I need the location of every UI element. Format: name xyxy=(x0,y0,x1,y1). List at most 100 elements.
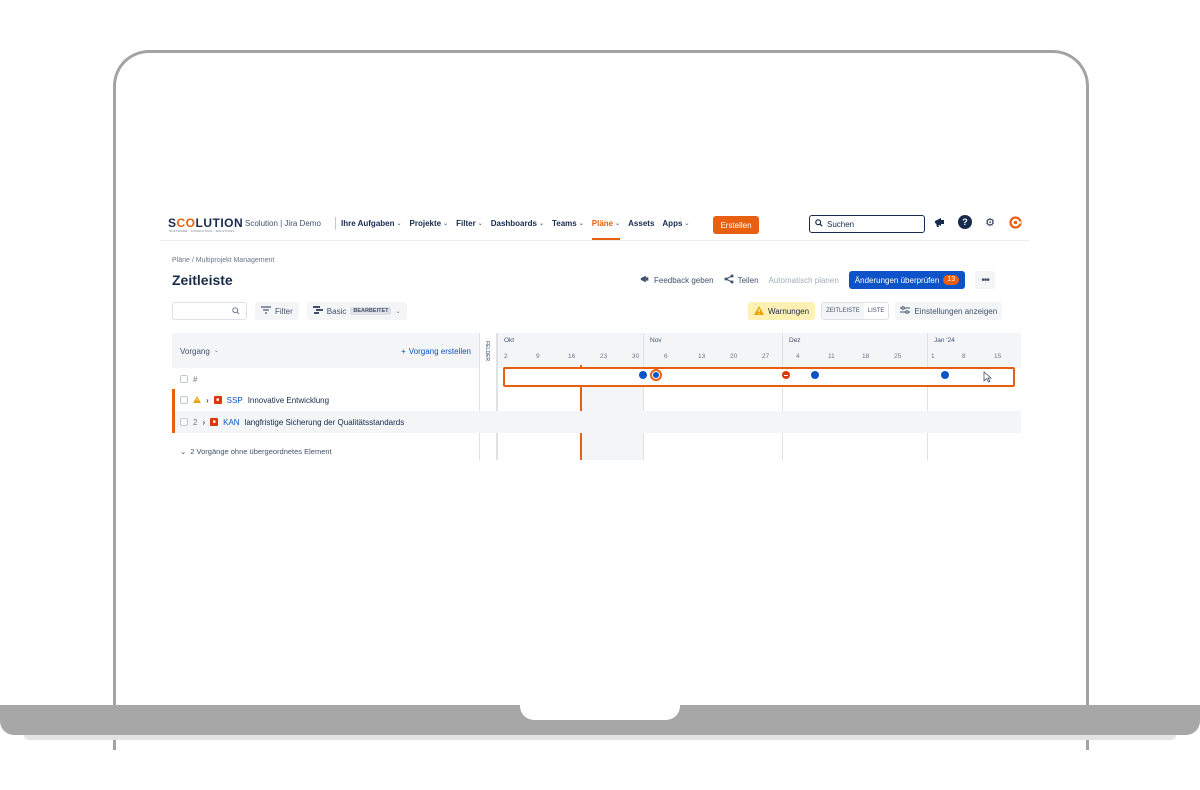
filter-label: Filter xyxy=(275,306,293,316)
row-number: 2 xyxy=(193,417,198,427)
nav-menu: Ihre Aufgaben ⌄ Projekte ⌄ Filter ⌄ Dashboa… xyxy=(341,219,689,240)
issue-column-sort[interactable]: Vorgang ⌄ xyxy=(180,347,219,356)
laptop-shadow xyxy=(24,735,1176,740)
filter-icon xyxy=(261,306,271,316)
search-input[interactable]: Suchen xyxy=(809,215,925,233)
release-marker[interactable] xyxy=(811,371,819,379)
nav-item-teams[interactable]: Teams ⌄ xyxy=(552,219,584,228)
view-timeline-tab[interactable]: ZEITLEISTE xyxy=(822,303,864,319)
select-all-checkbox[interactable] xyxy=(180,375,188,383)
profile-icon[interactable] xyxy=(1008,215,1022,229)
scolution-logo[interactable]: SCOLUTION xyxy=(168,216,243,230)
settings-label: Einstellungen anzeigen xyxy=(914,306,998,316)
review-changes-button[interactable]: Änderungen überprüfen 13 xyxy=(848,271,966,289)
chevron-down-icon: ⌄ xyxy=(684,221,690,227)
toolbar-left: Filter Basic BEARBEITET ⌄ xyxy=(172,302,407,320)
mouse-cursor-icon xyxy=(983,371,993,386)
megaphone-icon[interactable] xyxy=(933,215,947,229)
jira-screen: SCOLUTION SOFTWARE · CONSULTING · SOLUTI… xyxy=(160,205,1030,470)
project-icon: ■ xyxy=(210,418,219,426)
issue-column-header: Vorgang ⌄ + Vorgang erstellen xyxy=(172,333,479,368)
search-icon xyxy=(232,307,240,315)
project-key[interactable]: SSP xyxy=(227,396,243,405)
help-icon[interactable]: ? xyxy=(958,215,972,229)
row-checkbox[interactable] xyxy=(180,396,188,404)
nav-item-your-work[interactable]: Ihre Aufgaben ⌄ xyxy=(341,219,402,228)
fields-label: FELDER xyxy=(484,341,490,361)
review-label: Änderungen überprüfen xyxy=(854,275,940,285)
breadcrumb[interactable]: Pläne / Multiprojekt Management xyxy=(172,257,274,264)
timeline-bars-icon xyxy=(312,306,323,316)
warnings-button[interactable]: Warnungen xyxy=(748,302,816,320)
toolbar-right: Warnungen ZEITLEISTE LISTE Einstellungen… xyxy=(748,302,1003,320)
edited-badge: BEARBEITET xyxy=(350,307,392,315)
nav-divider xyxy=(335,217,336,230)
laptop-notch xyxy=(520,705,680,720)
chevron-down-icon: ⌄ xyxy=(578,221,584,227)
feedback-label: Feedback geben xyxy=(654,275,714,285)
chevron-down-icon: ⌄ xyxy=(477,221,483,227)
create-button[interactable]: Erstellen xyxy=(713,216,759,234)
more-actions-icon[interactable]: ••• xyxy=(975,271,996,289)
settings-icon[interactable]: ⚙ xyxy=(983,215,997,229)
filter-button[interactable]: Filter xyxy=(255,302,299,320)
project-key[interactable]: KAN xyxy=(223,418,239,427)
nav-item-filters[interactable]: Filter ⌄ xyxy=(456,219,483,228)
row-checkbox[interactable] xyxy=(180,418,188,426)
search-placeholder: Suchen xyxy=(827,219,855,229)
group-label: 2 Vorgänge ohne übergeordnetes Element xyxy=(190,446,332,456)
nav-item-apps[interactable]: Apps ⌄ xyxy=(662,219,689,228)
share-label: Teilen xyxy=(737,275,759,285)
chevron-down-icon: ⌄ xyxy=(180,446,187,456)
view-settings-button[interactable]: Einstellungen anzeigen xyxy=(895,302,1003,320)
page-title: Zeitleiste xyxy=(172,272,233,288)
project-icon: ■ xyxy=(213,396,222,404)
hash-column-label: # xyxy=(193,374,198,384)
sliders-icon xyxy=(900,306,911,316)
review-count-badge: 13 xyxy=(943,275,960,285)
view-preset-label: Basic xyxy=(326,306,347,316)
chevron-down-icon: ⌄ xyxy=(395,308,401,315)
view-toggle: ZEITLEISTE LISTE xyxy=(821,302,890,320)
release-marker-blocked[interactable] xyxy=(782,371,790,379)
ungrouped-issues-toggle[interactable]: ⌄ 2 Vorgänge ohne übergeordnetes Element xyxy=(172,441,332,461)
table-row[interactable]: 2 › ■ KAN langfristige Sicherung der Qua… xyxy=(172,411,1021,433)
chevron-down-icon: ⌄ xyxy=(396,221,402,227)
plus-icon: + xyxy=(401,347,406,356)
nav-item-projects[interactable]: Projekte ⌄ xyxy=(410,219,449,228)
view-preset-dropdown[interactable]: Basic BEARBEITET ⌄ xyxy=(306,302,407,320)
chevron-down-icon: ⌄ xyxy=(615,221,621,227)
table-row[interactable]: › ■ SSP Innovative Entwicklung xyxy=(172,389,1021,411)
expand-chevron-icon[interactable]: › xyxy=(206,396,209,405)
release-marker[interactable] xyxy=(941,371,949,379)
search-icon xyxy=(815,219,823,229)
warning-icon xyxy=(193,395,201,405)
share-icon xyxy=(724,274,734,286)
top-icons: ? ⚙ xyxy=(933,215,1022,229)
megaphone-icon xyxy=(640,274,650,286)
site-title[interactable]: Scolution | Jira Demo xyxy=(245,219,321,228)
header-actions: Feedback geben Teilen Automatisch planen… xyxy=(640,271,996,289)
logo-subtitle: SOFTWARE · CONSULTING · SOLUTIONS xyxy=(169,229,235,233)
warnings-label: Warnungen xyxy=(768,306,810,316)
view-list-tab[interactable]: LISTE xyxy=(864,303,889,319)
chevron-down-icon: ⌄ xyxy=(538,221,544,227)
nav-item-plans[interactable]: Pläne ⌄ xyxy=(591,219,621,240)
chevron-down-icon: ⌄ xyxy=(443,221,449,227)
release-marker-selected[interactable] xyxy=(650,369,662,381)
chevron-down-icon: ⌄ xyxy=(213,348,219,354)
expand-chevron-icon[interactable]: › xyxy=(202,418,205,427)
nav-item-dashboards[interactable]: Dashboards ⌄ xyxy=(491,219,544,228)
issue-title[interactable]: langfristige Sicherung der Qualitätsstan… xyxy=(245,418,405,427)
timeline-search-input[interactable] xyxy=(172,302,247,320)
create-issue-button[interactable]: + Vorgang erstellen xyxy=(401,347,471,356)
nav-item-assets[interactable]: Assets xyxy=(628,219,654,228)
issue-title[interactable]: Innovative Entwicklung xyxy=(248,396,329,405)
share-button[interactable]: Teilen xyxy=(724,274,759,286)
release-marker[interactable] xyxy=(639,371,647,379)
auto-plan-button[interactable]: Automatisch planen xyxy=(769,276,839,285)
top-navigation: SCOLUTION SOFTWARE · CONSULTING · SOLUTI… xyxy=(160,205,1030,241)
warning-icon xyxy=(754,305,764,317)
release-markers-highlight xyxy=(503,367,1015,387)
feedback-button[interactable]: Feedback geben xyxy=(640,274,714,286)
